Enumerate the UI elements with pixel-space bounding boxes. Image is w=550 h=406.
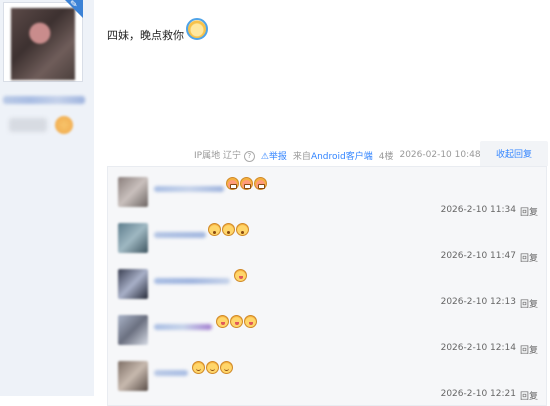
reply-emoji-group (192, 361, 233, 374)
reply-emoji-group (234, 269, 247, 282)
reply-emoji-group (226, 177, 267, 190)
ip-label: IP属地 辽宁 (194, 151, 241, 161)
report-link[interactable]: ⚠举报 (261, 149, 287, 162)
reply-username-blurred[interactable] (154, 324, 212, 330)
reply-username-blurred[interactable] (154, 186, 224, 192)
help-icon[interactable]: ? (243, 151, 255, 162)
reply-username-blurred[interactable] (154, 278, 230, 284)
post-area: 四妹，晚点救你 IP属地 辽宁 ? ⚠举报 来自Android客户端 4楼 20… (94, 0, 550, 406)
ip-location: IP属地 辽宁 ? (194, 148, 255, 162)
author-avatar[interactable] (11, 8, 75, 80)
baby-face-emoji-icon (186, 18, 208, 40)
reply-item: 2026-2-10 11:34 回复 (108, 171, 546, 218)
reply-panel: 2026-2-10 11:34 回复 2026-2-10 11:47 回复 2026-2… (107, 166, 547, 406)
reply-avatar[interactable] (118, 361, 148, 391)
angry-emoji-icon (240, 177, 253, 190)
tease-emoji-icon (230, 315, 243, 328)
shock-emoji-icon (208, 223, 221, 236)
shock-emoji-icon (222, 223, 235, 236)
grin-emoji-icon (192, 361, 205, 374)
reply-item: 2026-2-10 12:21 回复 (108, 355, 546, 402)
reply-avatar[interactable] (118, 223, 148, 253)
grin-emoji-icon (220, 361, 233, 374)
author-level-blurred (9, 118, 47, 132)
reply-avatar[interactable] (118, 177, 148, 207)
angry-emoji-icon (226, 177, 239, 190)
post-content: 四妹，晚点救你 (107, 18, 208, 46)
reply-avatar[interactable] (118, 315, 148, 345)
collapse-replies-button[interactable]: 收起回复 (480, 141, 548, 166)
post-text: 四妹，晚点救你 (107, 29, 184, 42)
reply-item: 2026-2-10 12:14 回复 (108, 309, 546, 356)
tease-emoji-icon (234, 269, 247, 282)
reply-avatar[interactable] (118, 269, 148, 299)
pin-icon: ✎ (70, 0, 78, 10)
tease-emoji-icon (244, 315, 257, 328)
grin-emoji-icon (206, 361, 219, 374)
source-client-link[interactable]: Android客户端 (311, 152, 373, 162)
post-meta: IP属地 辽宁 ? ⚠举报 来自Android客户端 4楼 2026-02-10… (194, 148, 500, 162)
reply-emoji-group (216, 315, 257, 328)
warning-icon: ⚠ (260, 151, 269, 162)
member-badge-icon (55, 116, 73, 134)
reply-item: 2026-2-10 11:47 回复 (108, 217, 546, 264)
client-source: 来自Android客户端 (293, 149, 373, 162)
angry-emoji-icon (254, 177, 267, 190)
report-label: 举报 (268, 151, 287, 162)
source-prefix: 来自 (292, 151, 311, 162)
post-datetime: 2026-02-10 10:48 (399, 150, 481, 160)
tease-emoji-icon (216, 315, 229, 328)
reply-username-blurred[interactable] (154, 232, 206, 238)
author-name-blurred[interactable] (3, 96, 85, 104)
author-sidebar: ✎ (0, 0, 94, 396)
shock-emoji-icon (236, 223, 249, 236)
reply-emoji-group (208, 223, 249, 236)
reply-username-blurred[interactable] (154, 370, 188, 376)
floor-number: 4楼 (378, 151, 394, 162)
reply-item: 2026-2-10 12:13 回复 (108, 263, 546, 310)
